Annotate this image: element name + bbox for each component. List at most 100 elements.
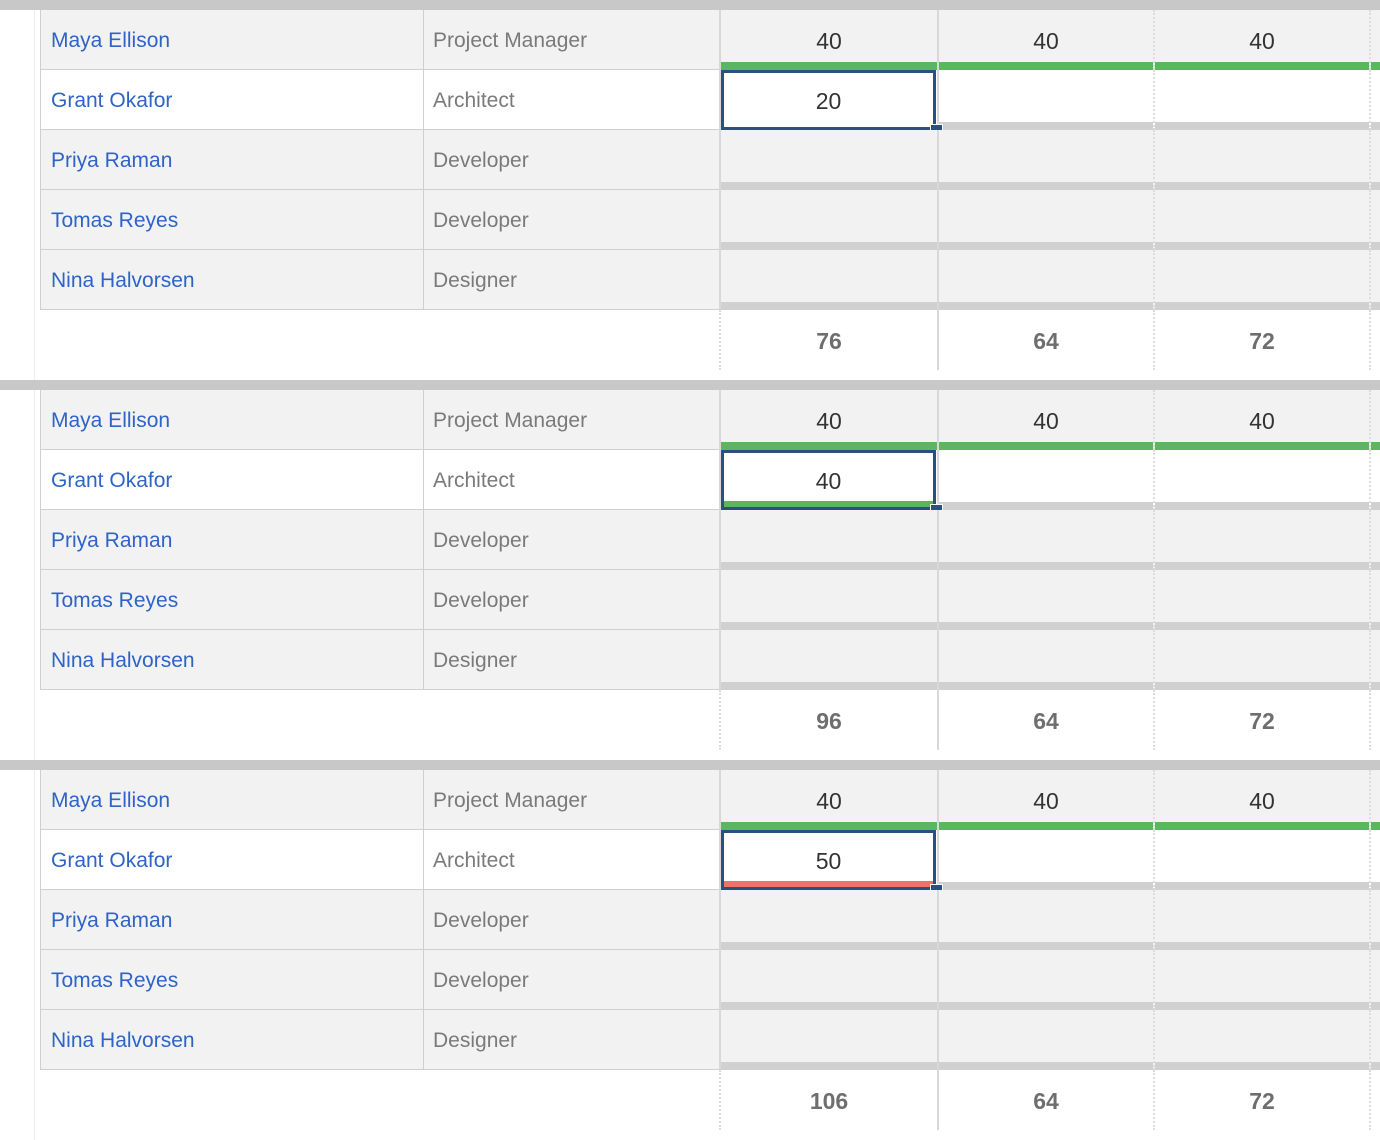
week-hours-cell[interactable]: 40: [1153, 390, 1369, 450]
week-hours-cell[interactable]: 40: [719, 770, 937, 830]
week-hours-cell[interactable]: [719, 570, 937, 630]
week-total-cell: 72: [1153, 1070, 1369, 1130]
week-hours-cell[interactable]: [719, 190, 937, 250]
resource-role: Developer: [433, 209, 529, 232]
week-total-cell: [1369, 310, 1380, 370]
week-hours-cell[interactable]: [937, 830, 1153, 890]
week-hours-cell[interactable]: [1153, 1010, 1369, 1070]
week-hours-cell[interactable]: [719, 1010, 937, 1070]
week-hours-cell[interactable]: 40: [1153, 10, 1369, 70]
week-hours-cell[interactable]: [937, 890, 1153, 950]
resource-name-link[interactable]: Nina Halvorsen: [51, 269, 195, 293]
active-cell-editor[interactable]: 40: [721, 450, 943, 517]
active-cell-editor[interactable]: 50: [721, 830, 943, 897]
week-hours-cell[interactable]: [1369, 390, 1380, 450]
allocation-bar: [1371, 942, 1380, 950]
resource-name-link[interactable]: Maya Ellison: [51, 29, 170, 53]
week-hours-cell[interactable]: [937, 70, 1153, 130]
resource-name-link[interactable]: Tomas Reyes: [51, 589, 178, 613]
allocation-bar: [939, 182, 1153, 190]
week-hours-cell[interactable]: [719, 250, 937, 310]
week-hours-cell[interactable]: 40: [1153, 770, 1369, 830]
resource-name-link[interactable]: Nina Halvorsen: [51, 649, 195, 673]
resource-name-link[interactable]: Nina Halvorsen: [51, 1029, 195, 1053]
week-hours-cell[interactable]: [1153, 630, 1369, 690]
editing-hours-value[interactable]: 20: [724, 88, 933, 115]
week-hours-cell[interactable]: [1369, 250, 1380, 310]
week-hours-cell[interactable]: 40: [937, 10, 1153, 70]
week-hours-cell[interactable]: [719, 630, 937, 690]
week-hours-cell[interactable]: [937, 450, 1153, 510]
resource-name-link[interactable]: Grant Okafor: [51, 89, 172, 113]
allocation-bar: [1155, 1062, 1369, 1070]
week-hours-cell[interactable]: [1369, 950, 1380, 1010]
table-row: Tomas Reyes Developer: [40, 570, 1380, 630]
resource-role-cell: Designer: [423, 1010, 719, 1070]
week-hours-cell[interactable]: [1369, 570, 1380, 630]
week-hours-cell[interactable]: [1153, 190, 1369, 250]
week-hours-cell[interactable]: [937, 570, 1153, 630]
week-hours-cell[interactable]: [1369, 1010, 1380, 1070]
allocation-bar: [1155, 822, 1369, 830]
week-hours-cell[interactable]: [1369, 10, 1380, 70]
week-hours-cell[interactable]: [719, 950, 937, 1010]
week-total-value: 64: [1033, 708, 1059, 734]
resource-role-cell: Developer: [423, 950, 719, 1010]
week-hours-cell[interactable]: [1153, 130, 1369, 190]
resource-role-cell: Developer: [423, 570, 719, 630]
week-hours-cell[interactable]: [937, 950, 1153, 1010]
week-hours-cell[interactable]: [1153, 890, 1369, 950]
week-hours-cell[interactable]: [1369, 890, 1380, 950]
resource-name-link[interactable]: Grant Okafor: [51, 849, 172, 873]
resource-role: Developer: [433, 909, 529, 932]
week-hours-cell[interactable]: [1153, 450, 1369, 510]
week-hours-cell[interactable]: [1369, 770, 1380, 830]
week-hours-cell[interactable]: [1369, 450, 1380, 510]
resource-name-link[interactable]: Tomas Reyes: [51, 969, 178, 993]
resource-name-link[interactable]: Tomas Reyes: [51, 209, 178, 233]
table-row: Grant Okafor Architect 40: [40, 450, 1380, 517]
editing-hours-value[interactable]: 50: [724, 848, 933, 875]
week-hours-cell[interactable]: [1153, 70, 1369, 130]
table-row: Maya Ellison Project Manager 40 40 40: [40, 10, 1380, 70]
week-hours-cell[interactable]: [1153, 830, 1369, 890]
week-hours-cell[interactable]: [1369, 130, 1380, 190]
week-hours-cell[interactable]: [1153, 570, 1369, 630]
resource-role: Developer: [433, 969, 529, 992]
allocation-bar: [1371, 1062, 1380, 1070]
week-hours-cell[interactable]: [1369, 190, 1380, 250]
week-hours-cell[interactable]: [937, 130, 1153, 190]
week-hours-cell[interactable]: [937, 510, 1153, 570]
week-hours-cell[interactable]: [1369, 510, 1380, 570]
week-hours-cell[interactable]: [937, 250, 1153, 310]
resource-name-link[interactable]: Maya Ellison: [51, 409, 170, 433]
active-cell-editor[interactable]: 20: [721, 70, 943, 137]
week-hours-cell[interactable]: [937, 190, 1153, 250]
resource-name-link[interactable]: Priya Raman: [51, 149, 172, 173]
week-hours-cell[interactable]: [719, 510, 937, 570]
week-hours-cell[interactable]: 40: [719, 390, 937, 450]
resource-name-link[interactable]: Maya Ellison: [51, 789, 170, 813]
allocation-bar: [939, 822, 1153, 830]
week-hours-cell[interactable]: [937, 1010, 1153, 1070]
week-hours-cell[interactable]: [1153, 950, 1369, 1010]
editing-hours-value[interactable]: 40: [724, 468, 933, 495]
allocation-bar: [721, 442, 937, 450]
week-hours-cell[interactable]: 40: [937, 770, 1153, 830]
week-hours-cell[interactable]: 40: [719, 10, 937, 70]
resource-name-link[interactable]: Priya Raman: [51, 529, 172, 553]
week-hours-cell[interactable]: [719, 890, 937, 950]
week-hours-cell[interactable]: [1369, 70, 1380, 130]
week-hours-cell[interactable]: [719, 130, 937, 190]
week-total-cell: 96: [719, 690, 937, 750]
week-hours-cell[interactable]: 40: [937, 390, 1153, 450]
resource-name-link[interactable]: Priya Raman: [51, 909, 172, 933]
week-hours-cell[interactable]: [937, 630, 1153, 690]
week-hours-cell[interactable]: [1369, 630, 1380, 690]
totals-row: 106 64 72: [40, 1070, 1380, 1130]
week-hours-cell[interactable]: [1153, 250, 1369, 310]
resource-name-link[interactable]: Grant Okafor: [51, 469, 172, 493]
allocation-bar: [1371, 562, 1380, 570]
week-hours-cell[interactable]: [1369, 830, 1380, 890]
week-hours-cell[interactable]: [1153, 510, 1369, 570]
